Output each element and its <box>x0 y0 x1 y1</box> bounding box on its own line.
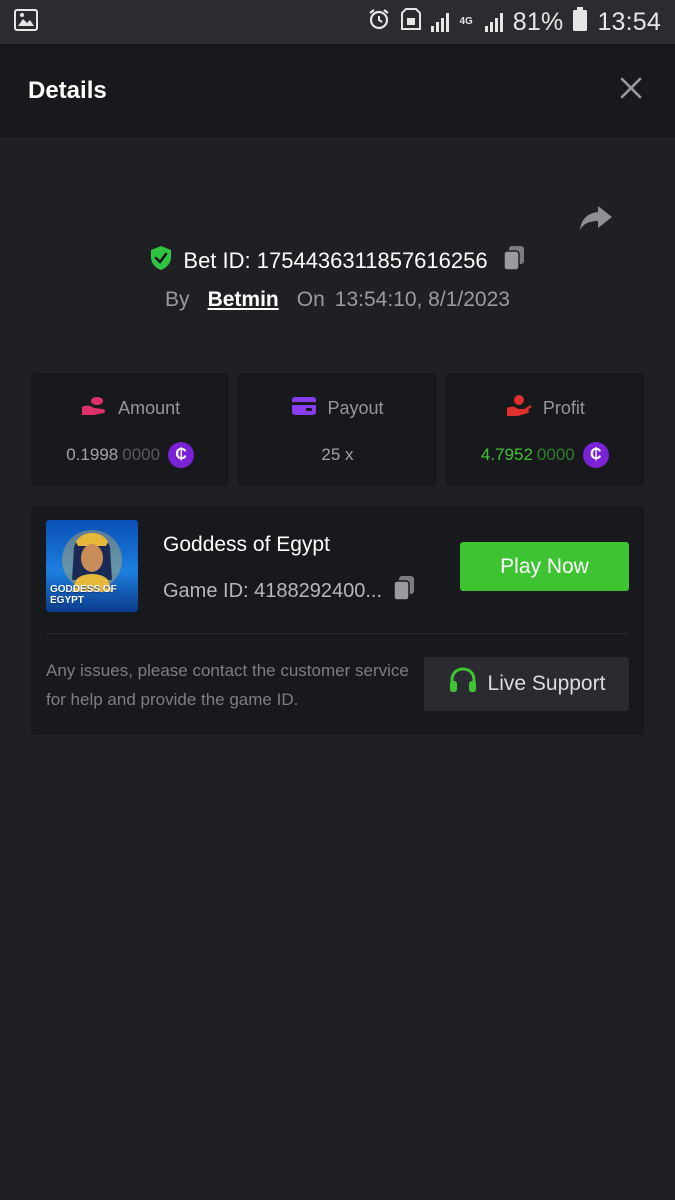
share-button[interactable] <box>577 198 615 236</box>
bet-stats: Amount 0.1998 0000 ₵ Payout 25 x Profit 4… <box>31 373 644 486</box>
bet-datetime: 13:54:10, 8/1/2023 <box>334 288 510 311</box>
battery-icon <box>573 6 588 38</box>
amount-value-trailing: 0000 <box>122 445 161 464</box>
network-type-badge: 4G <box>459 16 473 27</box>
gallery-notification-icon <box>14 8 38 36</box>
game-id-row: Game ID: 4188292400... <box>163 575 416 607</box>
live-support-button[interactable]: Live Support <box>424 657 629 711</box>
status-bar: 4G 81% 13:54 <box>0 0 675 44</box>
play-now-button[interactable]: Play Now <box>460 542 629 591</box>
amount-header: Amount <box>80 395 180 421</box>
support-help-text: Any issues, please contact the customer … <box>46 661 409 709</box>
details-header: Details <box>0 44 675 137</box>
alarm-icon <box>367 7 391 38</box>
sim-card-icon <box>401 7 422 38</box>
coin-icon: ₵ <box>582 442 609 468</box>
coin-icon: ₵ <box>168 442 195 468</box>
amount-label: Amount <box>118 397 181 418</box>
payout-value: 25 x <box>321 445 354 464</box>
game-thumbnail[interactable]: GODDESS OF EGYPT <box>46 520 138 612</box>
battery-percent: 81% <box>512 7 564 36</box>
profit-value-main: 4.7952 <box>480 445 533 464</box>
copy-bet-id-button[interactable] <box>502 245 526 277</box>
coins-hand-icon <box>80 395 108 422</box>
profit-value: 4.7952 0000 ₵ <box>481 441 609 469</box>
hand-money-icon <box>505 394 533 423</box>
on-label: On <box>296 288 325 311</box>
amount-value: 0.1998 0000 ₵ <box>66 441 195 469</box>
bet-id-row: Bet ID: 1754436311857616256 <box>0 245 675 277</box>
bettor-username-link[interactable]: Betmin <box>208 288 279 312</box>
page-title: Details <box>28 76 107 104</box>
wallet-card-icon <box>291 396 317 421</box>
share-icon <box>577 206 615 240</box>
profit-card: Profit 4.7952 0000 ₵ <box>445 373 644 486</box>
game-name: Goddess of Egypt <box>163 533 330 556</box>
signal-strength-icon <box>431 12 450 32</box>
payout-card: Payout 25 x <box>238 373 437 486</box>
live-support-label: Live Support <box>487 672 606 695</box>
game-id: Game ID: 4188292400... <box>163 579 383 602</box>
bet-id: Bet ID: 1754436311857616256 <box>183 248 488 273</box>
copy-game-id-button[interactable] <box>392 575 416 607</box>
profit-value-trailing: 0000 <box>536 445 575 464</box>
copy-icon <box>392 576 416 606</box>
clock: 13:54 <box>597 7 661 36</box>
status-left <box>14 8 38 36</box>
profit-label: Profit <box>542 397 585 418</box>
by-label: By <box>165 288 190 311</box>
copy-icon <box>502 246 526 276</box>
headset-icon <box>448 667 478 701</box>
game-card: GODDESS OF EGYPT Goddess of Egypt Game I… <box>31 506 644 735</box>
close-icon <box>620 77 642 104</box>
close-button[interactable] <box>615 75 647 107</box>
bet-meta-row: By Betmin On 13:54:10, 8/1/2023 <box>0 288 675 312</box>
shield-check-icon <box>149 245 173 277</box>
payout-label: Payout <box>327 397 384 418</box>
profit-header: Profit <box>505 394 585 423</box>
payout-header: Payout <box>291 395 384 421</box>
amount-value-main: 0.1998 <box>66 445 119 464</box>
game-thumbnail-title: GODDESS OF EGYPT <box>50 584 117 606</box>
status-right: 4G 81% 13:54 <box>367 6 661 38</box>
amount-card: Amount 0.1998 0000 ₵ <box>31 373 230 486</box>
card-divider <box>46 633 629 634</box>
signal-strength-icon-2 <box>484 12 503 32</box>
